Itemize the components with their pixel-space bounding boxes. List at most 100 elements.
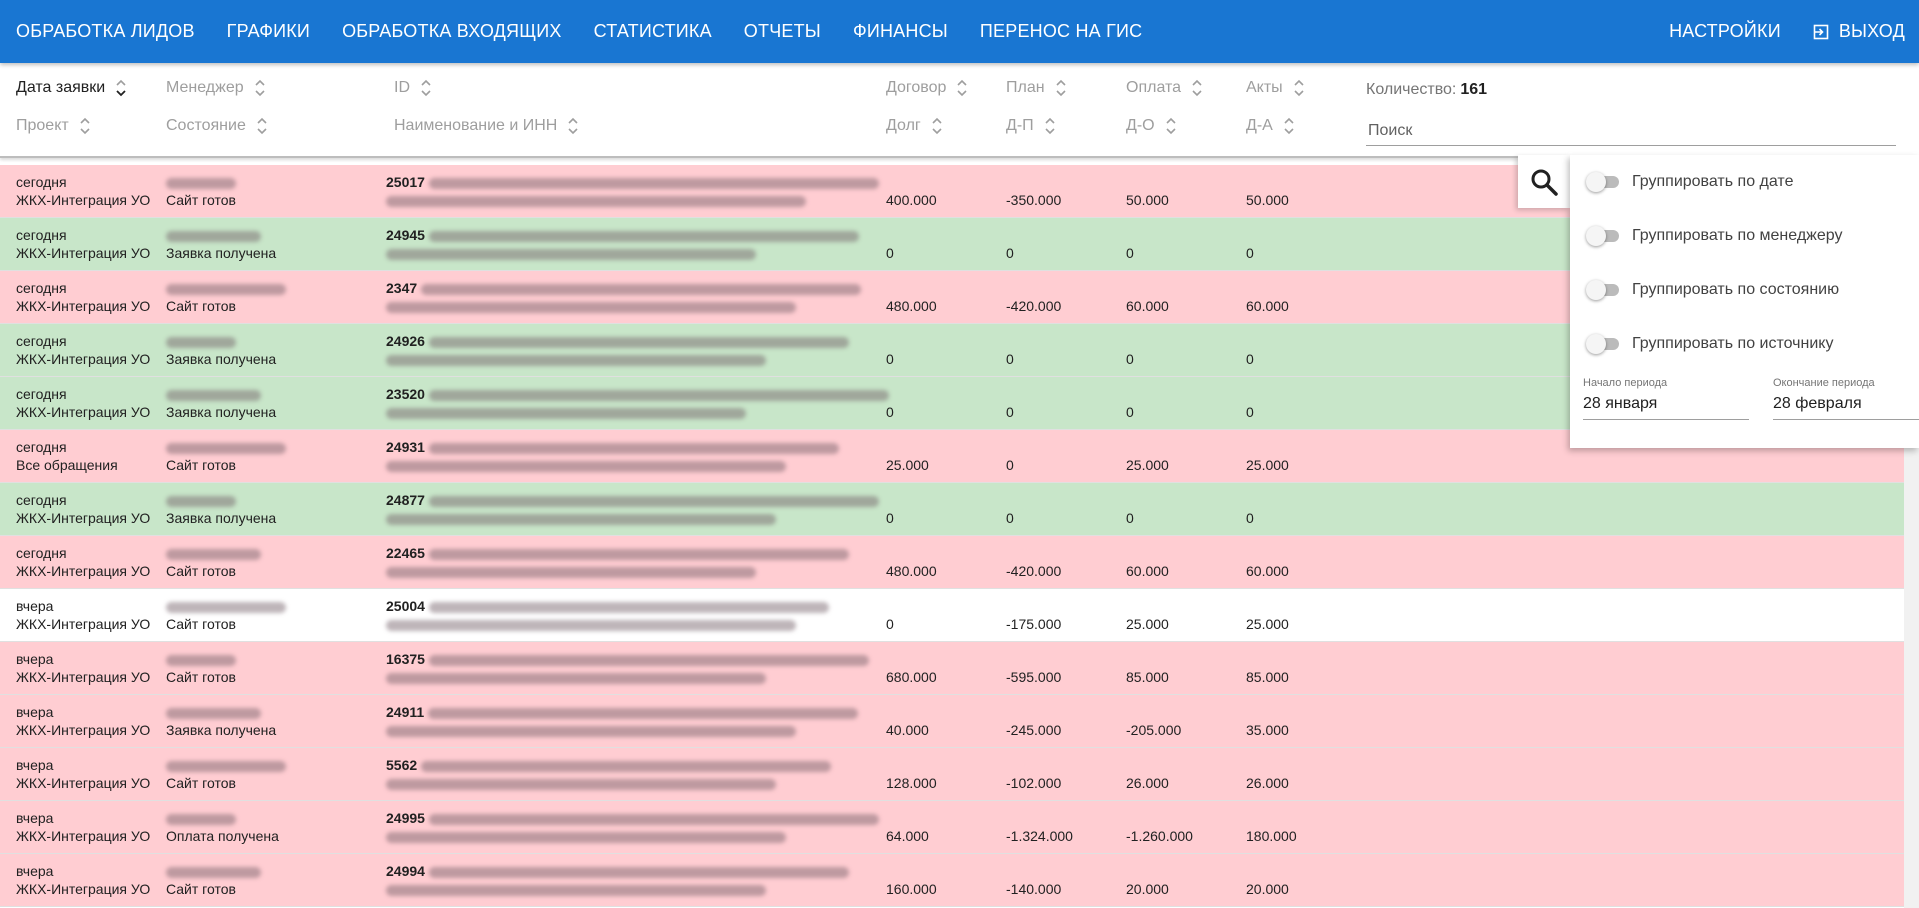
table-header: Дата заявки Менеджер ID Договор План Опл…	[0, 63, 1919, 158]
row-id: 5562	[386, 757, 418, 773]
toggle-label: Группировать по состоянию	[1632, 281, 1840, 298]
sort-state[interactable]: Состояние	[166, 117, 268, 135]
header-do-label: Д-О	[1126, 117, 1155, 134]
sort-do[interactable]: Д-О	[1126, 117, 1177, 135]
id-name-cell: 25004	[386, 597, 829, 633]
nav-settings[interactable]: НАСТРОЙКИ	[1669, 21, 1781, 42]
toggle-group-by-date[interactable]: Группировать по дате	[1586, 172, 1793, 192]
sort-debt[interactable]: Долг	[886, 117, 943, 135]
sort-icon	[567, 117, 579, 135]
row-manager-redacted	[166, 862, 261, 880]
sort-id[interactable]: ID	[394, 79, 432, 97]
row-id: 24995	[386, 810, 425, 826]
manager-state-cell: Сайт готов	[166, 279, 286, 315]
row-manager-redacted	[166, 279, 286, 297]
row-project: ЖКХ-Интеграция УО	[16, 669, 151, 685]
table-row[interactable]: сегодня ЖКХ-Интеграция УО Заявка получена 2…	[0, 483, 1904, 536]
row-state: Сайт готов	[166, 192, 236, 208]
period-end-label: Окончание периода	[1773, 377, 1875, 389]
manager-state-cell: Сайт готов	[166, 438, 286, 474]
header-plan-label: План	[1006, 79, 1045, 96]
id-name-cell: 22465	[386, 544, 849, 580]
header-project-label: Проект	[16, 117, 69, 134]
row-name-redacted	[428, 389, 889, 401]
toggle-label: Группировать по дате	[1632, 173, 1794, 190]
manager-state-cell: Заявка получена	[166, 385, 276, 421]
period-start-field[interactable]: Начало периода 28 января	[1583, 377, 1749, 420]
header-name-inn-label: Наименование и ИНН	[394, 117, 558, 134]
row-project: ЖКХ-Интеграция УО	[16, 881, 151, 897]
sort-plan[interactable]: План	[1006, 79, 1067, 97]
row-name-redacted	[428, 813, 879, 825]
table-row[interactable]: сегодня ЖКХ-Интеграция УО Сайт готов 22465 …	[0, 536, 1904, 589]
manager-state-cell: Сайт готов	[166, 862, 261, 898]
search-button[interactable]	[1518, 155, 1570, 208]
toggle-switch[interactable]	[1586, 172, 1620, 192]
sort-contract[interactable]: Договор	[886, 79, 968, 97]
period-end-value: 28 февраля	[1773, 395, 1862, 412]
date-project-cell: вчера ЖКХ-Интеграция УО	[16, 597, 150, 633]
row-payment: 60.000	[1126, 298, 1169, 314]
sort-payment[interactable]: Оплата	[1126, 79, 1203, 97]
nav-finance[interactable]: ФИНАНСЫ	[853, 21, 948, 42]
table-row[interactable]: вчера ЖКХ-Интеграция УО Сайт готов 25004 0 -…	[0, 589, 1904, 642]
search-input[interactable]	[1366, 116, 1896, 146]
date-project-cell: вчера ЖКХ-Интеграция УО	[16, 756, 150, 792]
sort-date[interactable]: Дата заявки	[16, 79, 127, 97]
toggle-group-by-state[interactable]: Группировать по состоянию	[1586, 280, 1839, 300]
sort-icon	[931, 117, 943, 135]
row-manager-redacted	[166, 226, 276, 244]
sort-name-inn[interactable]: Наименование и ИНН	[394, 117, 579, 135]
toggle-switch[interactable]	[1586, 334, 1620, 354]
date-project-cell: сегодня ЖКХ-Интеграция УО	[16, 385, 150, 421]
row-id: 24994	[386, 863, 425, 879]
header-manager-label: Менеджер	[166, 79, 244, 96]
toggle-group-by-source[interactable]: Группировать по источнику	[1586, 334, 1833, 354]
table-row[interactable]: вчера ЖКХ-Интеграция УО Оплата получена 249…	[0, 801, 1904, 854]
table-row[interactable]: вчера ЖКХ-Интеграция УО Сайт готов 16375 68…	[0, 642, 1904, 695]
sort-project[interactable]: Проект	[16, 117, 91, 135]
row-inn-redacted	[386, 884, 766, 896]
row-inn-redacted	[386, 354, 766, 366]
toggle-group-by-manager[interactable]: Группировать по менеджеру	[1586, 226, 1842, 246]
table-row[interactable]: вчера ЖКХ-Интеграция УО Сайт готов 5562 128…	[0, 748, 1904, 801]
nav-leads[interactable]: ОБРАБОТКА ЛИДОВ	[16, 21, 195, 42]
sort-da[interactable]: Д-А	[1246, 117, 1295, 135]
row-inn-redacted	[386, 407, 746, 419]
manager-state-cell: Сайт готов	[166, 650, 236, 686]
sort-manager[interactable]: Менеджер	[166, 79, 266, 97]
row-manager-redacted	[166, 332, 276, 350]
row-plan: 0	[1006, 245, 1014, 261]
row-payment: 20.000	[1126, 881, 1169, 897]
row-payment: 0	[1126, 510, 1134, 526]
row-date: сегодня	[16, 492, 67, 508]
row-acts: 60.000	[1246, 298, 1289, 314]
row-contract: 0	[886, 616, 894, 632]
table-row[interactable]: вчера ЖКХ-Интеграция УО Заявка получена 249…	[0, 695, 1904, 748]
row-state: Сайт готов	[166, 563, 236, 579]
nav-statistics[interactable]: СТАТИСТИКА	[594, 21, 712, 42]
toggle-switch[interactable]	[1586, 226, 1620, 246]
row-state: Сайт готов	[166, 298, 236, 314]
row-contract: 480.000	[886, 298, 937, 314]
nav-charts[interactable]: ГРАФИКИ	[227, 21, 310, 42]
row-state: Заявка получена	[166, 722, 277, 738]
logout-button[interactable]: ВЫХОД	[1813, 21, 1905, 42]
row-manager-redacted	[166, 650, 236, 668]
table-row[interactable]: вчера ЖКХ-Интеграция УО Сайт готов 24994 16…	[0, 854, 1904, 907]
sort-acts[interactable]: Акты	[1246, 79, 1305, 97]
row-date: сегодня	[16, 174, 67, 190]
row-name-redacted	[428, 654, 869, 666]
period-end-field[interactable]: Окончание периода 28 февраля	[1773, 377, 1919, 420]
row-id: 24926	[386, 333, 425, 349]
row-project: ЖКХ-Интеграция УО	[16, 351, 151, 367]
nav-reports[interactable]: ОТЧЕТЫ	[744, 21, 821, 42]
sort-dp[interactable]: Д-П	[1006, 117, 1056, 135]
nav-incoming[interactable]: ОБРАБОТКА ВХОДЯЩИХ	[342, 21, 562, 42]
row-state: Заявка получена	[166, 510, 277, 526]
row-name-redacted	[428, 707, 859, 719]
nav-gis-transfer[interactable]: ПЕРЕНОС НА ГИС	[980, 21, 1142, 42]
row-manager-redacted	[166, 809, 279, 827]
date-project-cell: вчера ЖКХ-Интеграция УО	[16, 809, 150, 845]
toggle-switch[interactable]	[1586, 280, 1620, 300]
